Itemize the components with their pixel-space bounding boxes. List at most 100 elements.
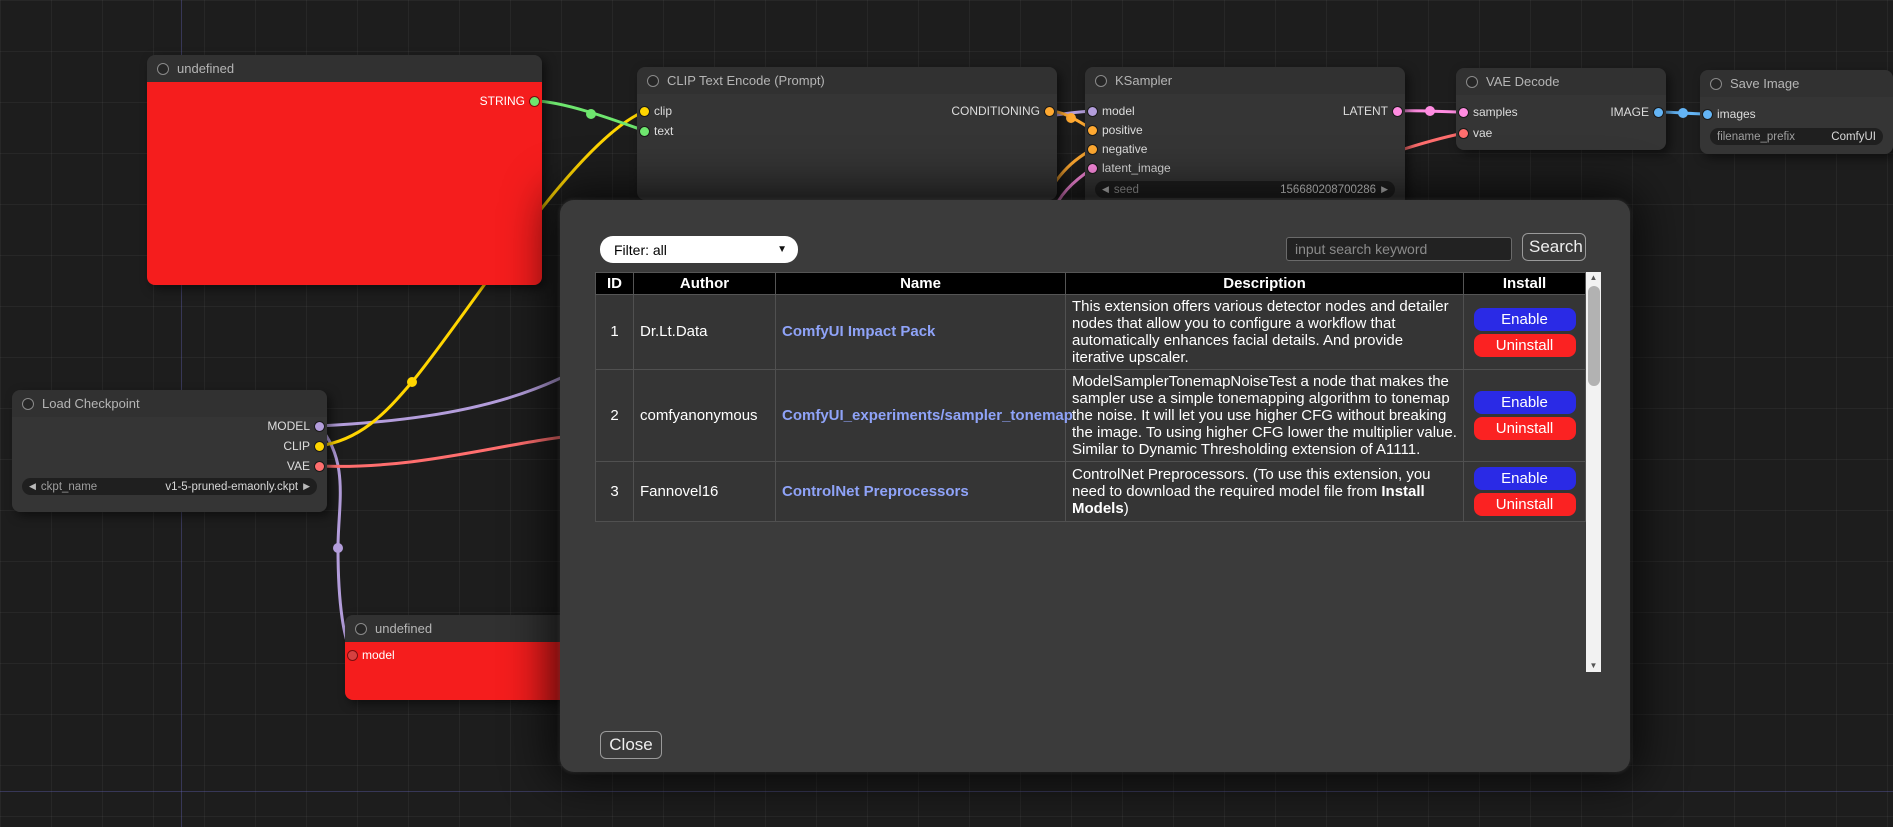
node-body[interactable]: images filename_prefix ComfyUI bbox=[1700, 97, 1893, 154]
node-undefined-string[interactable]: undefined STRING bbox=[147, 55, 542, 285]
slot-label: CONDITIONING bbox=[951, 104, 1040, 118]
slot-dot[interactable] bbox=[1088, 107, 1097, 116]
slot-dot[interactable] bbox=[315, 442, 324, 451]
uninstall-button[interactable]: Uninstall bbox=[1474, 417, 1576, 440]
node-clip-text-encode[interactable]: CLIP Text Encode (Prompt) clip text COND… bbox=[637, 67, 1057, 200]
collapse-dot-icon[interactable] bbox=[355, 623, 367, 635]
slot-dot[interactable] bbox=[1088, 126, 1097, 135]
extension-link[interactable]: ComfyUI Impact Pack bbox=[782, 323, 935, 340]
extension-description: ModelSamplerTonemapNoiseTest a node that… bbox=[1066, 370, 1464, 462]
slot-dot[interactable] bbox=[1088, 164, 1097, 173]
search-input[interactable] bbox=[1286, 237, 1512, 261]
input-slot-samples[interactable]: samples bbox=[1459, 104, 1518, 120]
filter-dropdown[interactable]: Filter: all ▼ bbox=[600, 236, 798, 263]
enable-button[interactable]: Enable bbox=[1474, 467, 1576, 490]
slot-dot[interactable] bbox=[1045, 107, 1054, 116]
collapse-dot-icon[interactable] bbox=[647, 75, 659, 87]
node-header[interactable]: VAE Decode bbox=[1456, 68, 1666, 95]
slot-label: images bbox=[1717, 107, 1756, 121]
node-header[interactable]: CLIP Text Encode (Prompt) bbox=[637, 67, 1057, 94]
widget-increment-icon[interactable]: ▶ bbox=[303, 478, 310, 495]
filename-prefix-widget[interactable]: filename_prefix ComfyUI bbox=[1710, 128, 1883, 145]
widget-decrement-icon[interactable]: ◀ bbox=[1102, 181, 1109, 198]
comfyui-canvas[interactable]: { "colors": { "model": "#B39DDB", "clip"… bbox=[0, 0, 1893, 827]
extension-author: Dr.Lt.Data bbox=[634, 295, 776, 370]
node-body[interactable]: MODEL CLIP VAE ◀ ckpt_name v1-5-pruned-e… bbox=[12, 417, 327, 512]
output-slot-conditioning[interactable]: CONDITIONING bbox=[951, 103, 1054, 119]
input-slot-negative[interactable]: negative bbox=[1088, 141, 1147, 157]
scroll-up-icon[interactable]: ▲ bbox=[1586, 272, 1601, 284]
widget-decrement-icon[interactable]: ◀ bbox=[29, 478, 36, 495]
seed-widget[interactable]: ◀ seed 156680208700286 ▶ bbox=[1095, 181, 1395, 198]
node-load-checkpoint[interactable]: Load Checkpoint MODEL CLIP VAE ◀ ckpt_na… bbox=[12, 390, 327, 512]
collapse-dot-icon[interactable] bbox=[1095, 75, 1107, 87]
table-scrollbar[interactable]: ▲ ▼ bbox=[1586, 272, 1601, 672]
node-undefined-model[interactable]: undefined model bbox=[345, 615, 570, 700]
slot-dot[interactable] bbox=[315, 462, 324, 471]
node-body[interactable]: samples vae IMAGE bbox=[1456, 95, 1666, 150]
node-header[interactable]: Load Checkpoint bbox=[12, 390, 327, 417]
input-slot-positive[interactable]: positive bbox=[1088, 122, 1143, 138]
node-title: KSampler bbox=[1115, 73, 1172, 88]
output-slot-string[interactable]: STRING bbox=[480, 93, 539, 109]
slot-label: negative bbox=[1102, 142, 1147, 156]
slot-dot[interactable] bbox=[640, 107, 649, 116]
node-vae-decode[interactable]: VAE Decode samples vae IMAGE bbox=[1456, 68, 1666, 150]
input-slot-text[interactable]: text bbox=[640, 123, 673, 139]
node-header[interactable]: Save Image bbox=[1700, 70, 1893, 97]
widget-increment-icon[interactable]: ▶ bbox=[1381, 181, 1388, 198]
collapse-dot-icon[interactable] bbox=[1466, 76, 1478, 88]
output-slot-model[interactable]: MODEL bbox=[267, 418, 324, 434]
node-title: Save Image bbox=[1730, 76, 1799, 91]
link-dot bbox=[1678, 108, 1688, 118]
ckpt-name-widget[interactable]: ◀ ckpt_name v1-5-pruned-emaonly.ckpt ▶ bbox=[22, 478, 317, 495]
output-slot-vae[interactable]: VAE bbox=[287, 458, 324, 474]
uninstall-button[interactable]: Uninstall bbox=[1474, 493, 1576, 516]
collapse-dot-icon[interactable] bbox=[157, 63, 169, 75]
slot-dot[interactable] bbox=[1703, 110, 1712, 119]
search-button[interactable]: Search bbox=[1522, 233, 1586, 261]
collapse-dot-icon[interactable] bbox=[1710, 78, 1722, 90]
scroll-down-icon[interactable]: ▼ bbox=[1586, 660, 1601, 672]
enable-button[interactable]: Enable bbox=[1474, 391, 1576, 414]
close-button[interactable]: Close bbox=[600, 731, 662, 759]
input-slot-clip[interactable]: clip bbox=[640, 103, 672, 119]
output-slot-image[interactable]: IMAGE bbox=[1610, 104, 1663, 120]
column-header-name: Name bbox=[776, 273, 1066, 295]
node-save-image[interactable]: Save Image images filename_prefix ComfyU… bbox=[1700, 70, 1893, 154]
node-body[interactable]: STRING bbox=[147, 82, 542, 285]
extension-install-cell: Enable Uninstall bbox=[1464, 295, 1586, 370]
enable-button[interactable]: Enable bbox=[1474, 308, 1576, 331]
extension-link[interactable]: ComfyUI_experiments/sampler_tonemap bbox=[782, 407, 1073, 424]
slot-dot[interactable] bbox=[1459, 108, 1468, 117]
node-body[interactable]: clip text CONDITIONING bbox=[637, 94, 1057, 200]
widget-value: 156680208700286 bbox=[1280, 184, 1376, 196]
node-body[interactable]: model positive negative latent_image LAT… bbox=[1085, 94, 1405, 207]
output-slot-latent[interactable]: LATENT bbox=[1343, 103, 1402, 119]
slot-dot[interactable] bbox=[315, 422, 324, 431]
slot-dot[interactable] bbox=[1654, 108, 1663, 117]
slot-dot[interactable] bbox=[348, 651, 357, 660]
slot-dot[interactable] bbox=[640, 127, 649, 136]
node-header[interactable]: undefined bbox=[345, 615, 570, 642]
slot-label: CLIP bbox=[283, 439, 310, 453]
extension-link[interactable]: ControlNet Preprocessors bbox=[782, 483, 969, 500]
node-ksampler[interactable]: KSampler model positive negative latent_… bbox=[1085, 67, 1405, 207]
output-slot-clip[interactable]: CLIP bbox=[283, 438, 324, 454]
slot-dot[interactable] bbox=[1459, 129, 1468, 138]
collapse-dot-icon[interactable] bbox=[22, 398, 34, 410]
column-header-id: ID bbox=[596, 273, 634, 295]
slot-dot[interactable] bbox=[1088, 145, 1097, 154]
scrollbar-thumb[interactable] bbox=[1588, 286, 1600, 386]
node-header[interactable]: KSampler bbox=[1085, 67, 1405, 94]
input-slot-model[interactable]: model bbox=[348, 647, 395, 663]
input-slot-model[interactable]: model bbox=[1088, 103, 1135, 119]
node-header[interactable]: undefined bbox=[147, 55, 542, 82]
uninstall-button[interactable]: Uninstall bbox=[1474, 334, 1576, 357]
input-slot-vae[interactable]: vae bbox=[1459, 125, 1492, 141]
input-slot-latent-image[interactable]: latent_image bbox=[1088, 160, 1171, 176]
input-slot-images[interactable]: images bbox=[1703, 106, 1756, 122]
slot-dot[interactable] bbox=[530, 97, 539, 106]
node-body[interactable]: model bbox=[345, 642, 570, 700]
slot-dot[interactable] bbox=[1393, 107, 1402, 116]
